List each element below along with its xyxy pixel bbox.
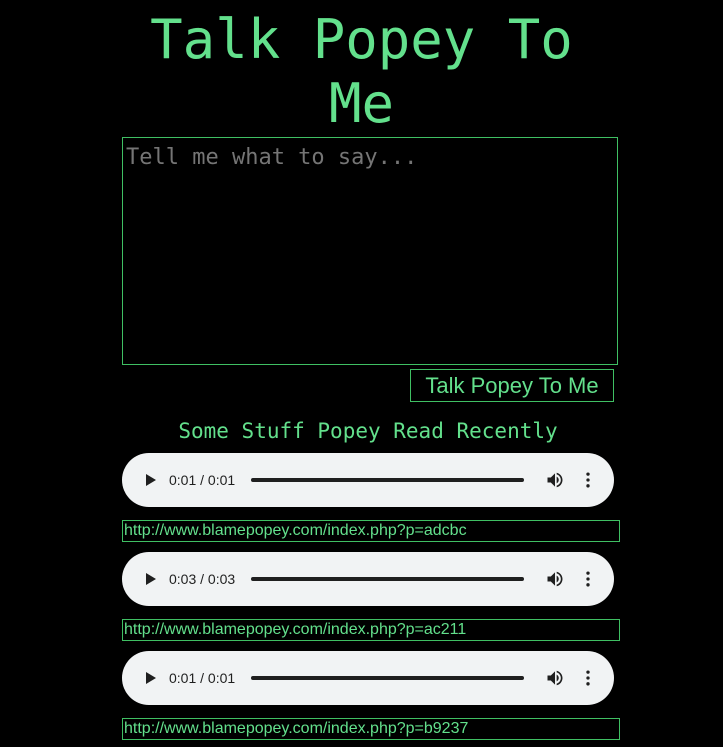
- play-icon[interactable]: [142, 472, 158, 488]
- message-textarea[interactable]: [126, 144, 614, 358]
- audio-player[interactable]: 0:03 / 0:03: [122, 552, 614, 606]
- audio-time: 0:01 / 0:01: [169, 472, 236, 488]
- volume-icon[interactable]: [545, 470, 565, 490]
- message-textarea-container: [122, 137, 618, 365]
- play-icon[interactable]: [142, 571, 158, 587]
- more-vert-icon[interactable]: [578, 569, 598, 589]
- page-title-line-2: Me: [328, 72, 395, 135]
- page-title: Talk Popey To Me: [0, 8, 723, 136]
- recent-link-box: http://www.blamepopey.com/index.php?p=b9…: [122, 718, 620, 740]
- recent-link-box: http://www.blamepopey.com/index.php?p=ac…: [122, 619, 620, 641]
- recent-link[interactable]: http://www.blamepopey.com/index.php?p=ad…: [123, 521, 619, 541]
- volume-icon[interactable]: [545, 569, 565, 589]
- recent-link-box: http://www.blamepopey.com/index.php?p=ad…: [122, 520, 620, 542]
- audio-progress-track[interactable]: [251, 478, 524, 482]
- audio-progress-track[interactable]: [251, 676, 524, 680]
- page-title-line-1: Talk Popey To: [150, 8, 573, 71]
- audio-time: 0:01 / 0:01: [169, 670, 236, 686]
- audio-player[interactable]: 0:01 / 0:01: [122, 453, 614, 507]
- talk-popey-button[interactable]: Talk Popey To Me: [410, 369, 614, 402]
- more-vert-icon[interactable]: [578, 470, 598, 490]
- volume-icon[interactable]: [545, 668, 565, 688]
- recent-section-heading: Some Stuff Popey Read Recently: [178, 419, 558, 443]
- audio-progress-track[interactable]: [251, 577, 524, 581]
- audio-time: 0:03 / 0:03: [169, 571, 236, 587]
- more-vert-icon[interactable]: [578, 668, 598, 688]
- audio-player[interactable]: 0:01 / 0:01: [122, 651, 614, 705]
- recent-link[interactable]: http://www.blamepopey.com/index.php?p=b9…: [123, 719, 619, 739]
- play-icon[interactable]: [142, 670, 158, 686]
- recent-link[interactable]: http://www.blamepopey.com/index.php?p=ac…: [123, 620, 619, 640]
